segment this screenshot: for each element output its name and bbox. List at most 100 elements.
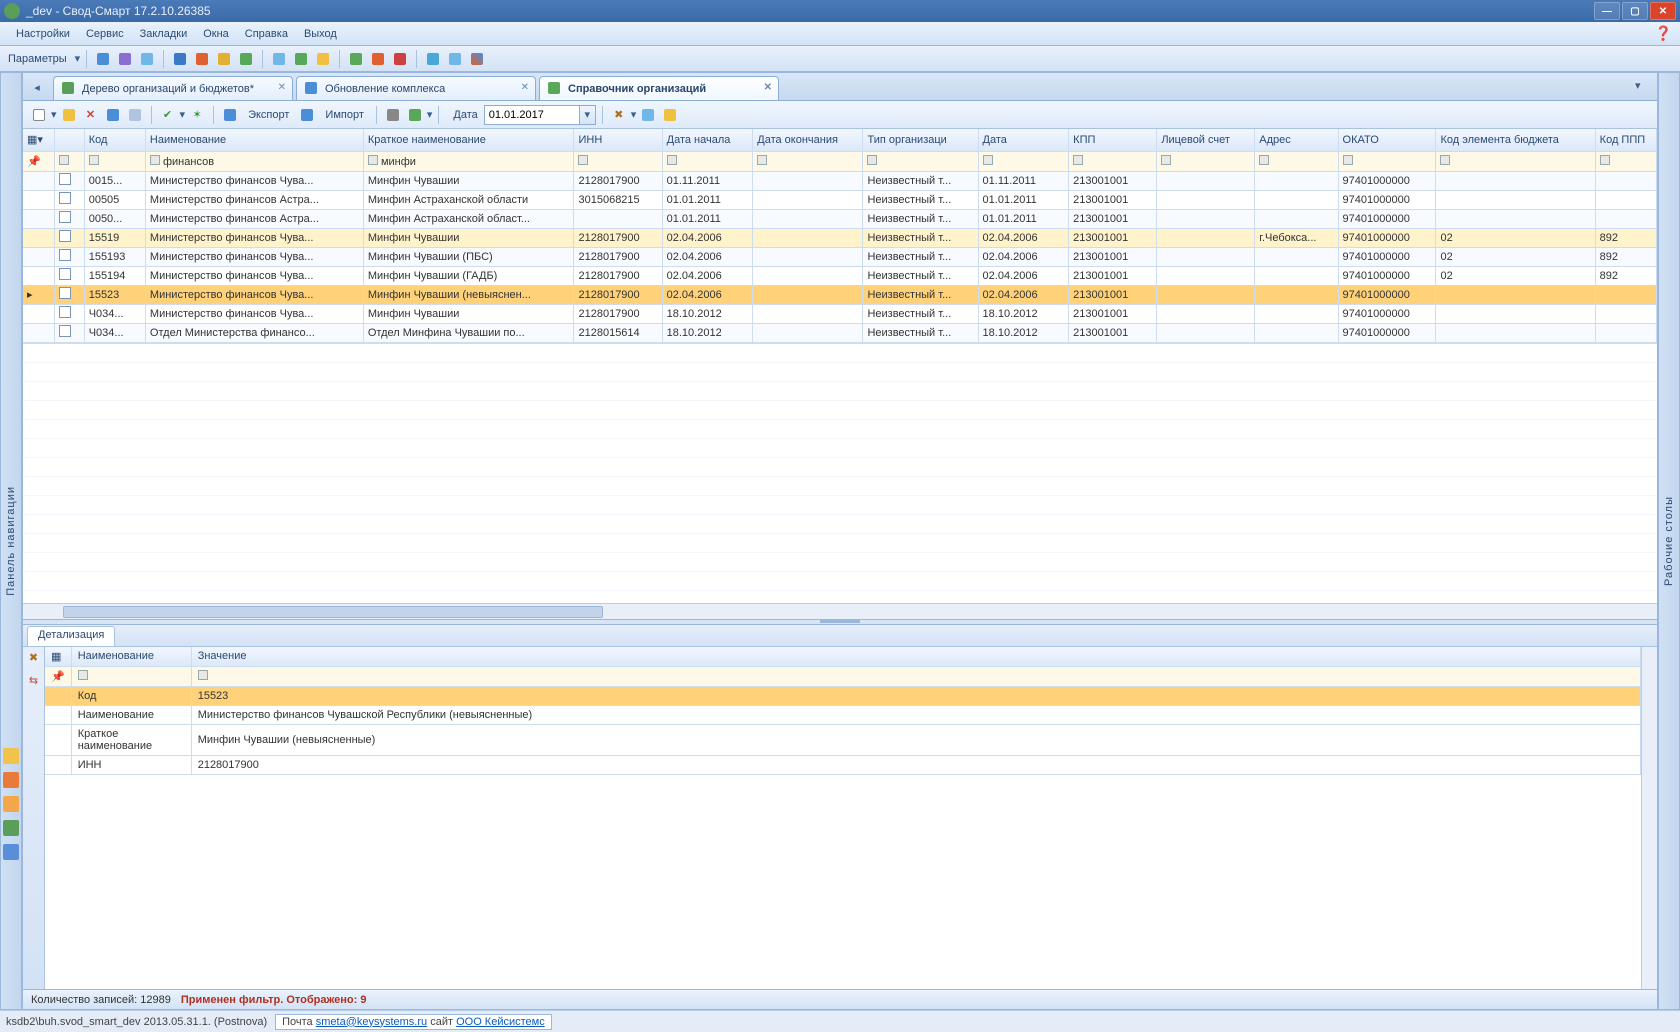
row-checkbox[interactable] bbox=[59, 325, 71, 337]
tb-icon-3[interactable] bbox=[137, 49, 157, 69]
pin-icon[interactable]: 📌 bbox=[23, 151, 55, 171]
delete-button[interactable]: ✕ bbox=[81, 105, 101, 125]
col-code[interactable]: Код bbox=[84, 129, 145, 151]
detail-grid[interactable]: ▦ Наименование Значение 📌 Код15523Наимен… bbox=[45, 647, 1641, 990]
tabs-dropdown-icon[interactable]: ▾ bbox=[1635, 79, 1651, 95]
close-tab-icon[interactable]: ✕ bbox=[521, 82, 529, 93]
maximize-button[interactable]: ▢ bbox=[1622, 2, 1648, 20]
row-checkbox[interactable] bbox=[59, 173, 71, 185]
detail-row[interactable]: Краткое наименованиеМинфин Чувашии (невы… bbox=[45, 725, 1641, 756]
row-checkbox[interactable] bbox=[59, 192, 71, 204]
tb-icon-2[interactable] bbox=[115, 49, 135, 69]
pin-icon[interactable]: 📌 bbox=[45, 667, 71, 687]
edit-button[interactable] bbox=[59, 105, 79, 125]
desktops-panel-collapsed[interactable]: Рабочие столы bbox=[1658, 72, 1680, 1010]
tb-icon-6[interactable] bbox=[214, 49, 234, 69]
params-label[interactable]: Параметры bbox=[6, 53, 73, 65]
col-address[interactable]: Адрес bbox=[1255, 129, 1338, 151]
detail-tool-2[interactable]: ⇆ bbox=[29, 674, 38, 687]
row-checkbox[interactable] bbox=[59, 230, 71, 242]
copy-button[interactable] bbox=[125, 105, 145, 125]
tb-icon-10[interactable] bbox=[313, 49, 333, 69]
col-ppp[interactable]: Код ППП bbox=[1595, 129, 1656, 151]
tools-dropdown-icon[interactable]: ▾ bbox=[631, 108, 637, 121]
table-row[interactable]: Ч034...Министерство финансов Чува...Минф… bbox=[23, 304, 1657, 323]
table-row[interactable]: 15519Министерство финансов Чува...Минфин… bbox=[23, 228, 1657, 247]
doc-dropdown-icon[interactable]: ▾ bbox=[427, 108, 433, 121]
minimize-button[interactable]: — bbox=[1594, 2, 1620, 20]
detail-tool-1[interactable]: ✖ bbox=[29, 651, 38, 664]
col-type[interactable]: Тип организаци bbox=[863, 129, 978, 151]
mail-link[interactable]: smeta@keysystems.ru bbox=[316, 1016, 427, 1028]
menu-settings[interactable]: Настройки bbox=[8, 25, 78, 43]
check-button[interactable]: ✔ bbox=[158, 105, 178, 125]
strip-icon-5[interactable] bbox=[3, 844, 19, 860]
filter-icon[interactable] bbox=[59, 155, 69, 165]
new-dropdown-icon[interactable]: ▾ bbox=[51, 108, 57, 121]
tb-icon-13[interactable] bbox=[390, 49, 410, 69]
tb-icon-5[interactable] bbox=[192, 49, 212, 69]
col-okato[interactable]: ОКАТО bbox=[1338, 129, 1436, 151]
help-icon[interactable]: ❓ bbox=[1655, 25, 1672, 42]
import-icon[interactable] bbox=[297, 105, 317, 125]
col-kpp[interactable]: КПП bbox=[1069, 129, 1157, 151]
tb-icon-1[interactable] bbox=[93, 49, 113, 69]
col-check[interactable] bbox=[55, 129, 84, 151]
col-date[interactable]: Дата bbox=[978, 129, 1069, 151]
menu-windows[interactable]: Окна bbox=[195, 25, 237, 43]
close-button[interactable]: ✕ bbox=[1650, 2, 1676, 20]
filter-row[interactable]: 📌 финансов минфи bbox=[23, 151, 1657, 171]
date-dropdown-icon[interactable]: ▾ bbox=[580, 105, 596, 125]
table-row[interactable]: ▸15523Министерство финансов Чува...Минфи… bbox=[23, 285, 1657, 304]
tb-icon-7[interactable] bbox=[236, 49, 256, 69]
col-end[interactable]: Дата окончания bbox=[753, 129, 863, 151]
menu-exit[interactable]: Выход bbox=[296, 25, 345, 43]
strip-icon-1[interactable] bbox=[3, 748, 19, 764]
strip-icon-4[interactable] bbox=[3, 820, 19, 836]
row-checkbox[interactable] bbox=[59, 268, 71, 280]
tb-icon-12[interactable] bbox=[368, 49, 388, 69]
table-row[interactable]: 155193Министерство финансов Чува...Минфи… bbox=[23, 247, 1657, 266]
detail-tab[interactable]: Детализация bbox=[27, 626, 115, 646]
dcol-value[interactable]: Значение bbox=[191, 647, 1640, 667]
chevron-down-icon[interactable]: ▾ bbox=[75, 52, 81, 65]
info-button[interactable] bbox=[660, 105, 680, 125]
col-inn[interactable]: ИНН bbox=[574, 129, 662, 151]
tools-button[interactable]: ✖ bbox=[609, 105, 629, 125]
row-checkbox[interactable] bbox=[59, 249, 71, 261]
detail-row[interactable]: ИНН2128017900 bbox=[45, 756, 1641, 775]
tb-icon-14[interactable] bbox=[423, 49, 443, 69]
col-start[interactable]: Дата начала bbox=[662, 129, 753, 151]
col-account[interactable]: Лицевой счет bbox=[1157, 129, 1255, 151]
strip-icon-2[interactable] bbox=[3, 772, 19, 788]
strip-icon-3[interactable] bbox=[3, 796, 19, 812]
export-button[interactable]: Экспорт bbox=[242, 109, 295, 121]
table-row[interactable]: 0015...Министерство финансов Чува...Минф… bbox=[23, 171, 1657, 190]
table-row[interactable]: 00505Министерство финансов Астра...Минфи… bbox=[23, 190, 1657, 209]
close-tab-icon[interactable]: ✕ bbox=[764, 82, 772, 93]
tabs-scroll-left-icon[interactable]: ◂ bbox=[29, 79, 45, 95]
col-short[interactable]: Краткое наименование bbox=[363, 129, 574, 151]
tb-icon-15[interactable] bbox=[445, 49, 465, 69]
save-button[interactable] bbox=[103, 105, 123, 125]
import-button[interactable]: Импорт bbox=[319, 109, 369, 121]
col-name[interactable]: Наименование bbox=[145, 129, 363, 151]
dcol-selector[interactable]: ▦ bbox=[45, 647, 71, 667]
tab-org-directory[interactable]: Справочник организаций ✕ bbox=[539, 76, 779, 100]
new-button[interactable] bbox=[29, 105, 49, 125]
row-checkbox[interactable] bbox=[59, 306, 71, 318]
horizontal-scrollbar[interactable] bbox=[23, 603, 1657, 619]
table-row[interactable]: 0050...Министерство финансов Астра...Мин… bbox=[23, 209, 1657, 228]
row-checkbox[interactable] bbox=[59, 211, 71, 223]
vertical-scrollbar[interactable] bbox=[1641, 647, 1657, 990]
row-checkbox[interactable] bbox=[59, 287, 71, 299]
tab-org-tree[interactable]: Дерево организаций и бюджетов* ✕ bbox=[53, 76, 293, 100]
date-input[interactable] bbox=[484, 105, 580, 125]
list-button[interactable] bbox=[638, 105, 658, 125]
data-grid[interactable]: ▦▾ Код Наименование Краткое наименование… bbox=[23, 129, 1657, 619]
table-row[interactable]: Ч034...Отдел Министерства финансо...Отде… bbox=[23, 323, 1657, 342]
menu-help[interactable]: Справка bbox=[237, 25, 296, 43]
check-dropdown-icon[interactable]: ▾ bbox=[180, 108, 186, 121]
menu-service[interactable]: Сервис bbox=[78, 25, 132, 43]
nav-panel-collapsed[interactable]: Панель навигации bbox=[0, 72, 22, 1010]
